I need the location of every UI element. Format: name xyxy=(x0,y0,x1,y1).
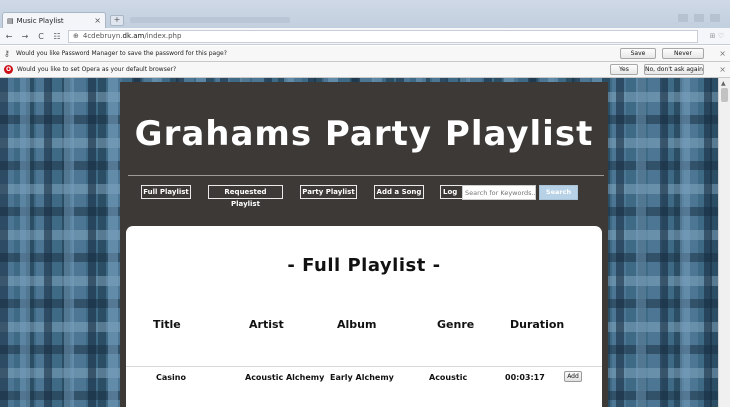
scroll-up-icon[interactable]: ▲ xyxy=(721,80,726,87)
dont-ask-again-button[interactable]: No, don't ask again xyxy=(644,64,704,75)
cell-duration: 00:03:17 xyxy=(505,373,545,382)
key-icon: ⚷ xyxy=(4,48,10,58)
header-divider xyxy=(128,175,604,176)
playlist-heading: - Full Playlist - xyxy=(287,255,441,276)
page-icon: ▤ xyxy=(7,16,14,25)
speed-dial-icon[interactable]: ☷ xyxy=(52,32,62,41)
forward-icon[interactable]: → xyxy=(20,32,30,41)
url-path: /index.php xyxy=(144,32,182,40)
site-wrapper: Grahams Party Playlist Full Playlist Req… xyxy=(120,82,608,407)
table-divider xyxy=(126,366,602,367)
search-input[interactable] xyxy=(462,185,536,200)
reload-icon[interactable]: C xyxy=(36,32,46,41)
cell-album: Early Alchemy xyxy=(330,373,394,382)
nav-log[interactable]: Log xyxy=(440,185,464,199)
minimize-button[interactable] xyxy=(678,14,688,22)
column-header-genre: Genre xyxy=(437,318,475,331)
cell-title: Casino xyxy=(156,373,186,382)
maximize-button[interactable] xyxy=(694,14,704,22)
search-button[interactable]: Search xyxy=(539,185,578,200)
opera-logo-icon: O xyxy=(4,65,13,74)
site-title: Grahams Party Playlist xyxy=(134,114,594,154)
column-header-duration: Duration xyxy=(510,318,565,331)
nav-party-playlist[interactable]: Party Playlist xyxy=(300,185,357,199)
url-host: dk.am xyxy=(122,32,145,40)
password-message: Would you like Password Manager to save … xyxy=(16,50,227,57)
url-prefix: 4cdebruyn. xyxy=(82,32,123,40)
close-window-button[interactable] xyxy=(710,14,720,22)
bookmark-heart-icon[interactable]: ⊞ ♡ xyxy=(710,32,724,40)
nav-full-playlist[interactable]: Full Playlist xyxy=(141,185,191,199)
window-controls xyxy=(678,14,720,22)
new-tab-button[interactable]: + xyxy=(110,15,124,26)
close-icon[interactable]: × xyxy=(719,49,726,58)
globe-icon: ⊕ xyxy=(73,32,79,40)
url-field[interactable]: ⊕ 4cdebruyn.dk.am/index.php xyxy=(68,29,698,43)
never-button[interactable]: Never xyxy=(662,48,704,59)
opera-message: Would you like to set Opera as your defa… xyxy=(17,66,177,73)
add-song-button[interactable]: Add xyxy=(564,371,582,382)
blurred-tab-strip xyxy=(130,17,290,23)
column-header-artist: Artist xyxy=(249,318,284,331)
save-password-button[interactable]: Save xyxy=(620,48,656,59)
nav-requested-playlist[interactable]: Requested Playlist xyxy=(208,185,283,208)
playlist-card: - Full Playlist - Title Artist Album Gen… xyxy=(126,226,602,407)
cell-artist: Acoustic Alchemy xyxy=(245,373,325,382)
tab-bar: ▤ Music Playlist × + xyxy=(0,0,730,28)
tab-close-icon[interactable]: × xyxy=(94,16,101,25)
nav-add-a-song[interactable]: Add a Song xyxy=(374,185,424,199)
tab-music-playlist[interactable]: ▤ Music Playlist × xyxy=(2,12,106,28)
page-viewport: Grahams Party Playlist Full Playlist Req… xyxy=(0,78,718,407)
back-icon[interactable]: ← xyxy=(4,32,14,41)
address-bar: ← → C ☷ ⊕ 4cdebruyn.dk.am/index.php ⊞ ♡ xyxy=(0,28,730,45)
cell-genre: Acoustic xyxy=(429,373,468,382)
scroll-thumb[interactable] xyxy=(721,88,728,102)
close-icon[interactable]: × xyxy=(719,65,726,74)
yes-button[interactable]: Yes xyxy=(610,64,638,75)
column-header-album: Album xyxy=(337,318,377,331)
tab-title: Music Playlist xyxy=(16,16,64,25)
password-infobar: ⚷ Would you like Password Manager to sav… xyxy=(0,46,730,62)
column-header-title: Title xyxy=(153,318,181,331)
default-browser-infobar: O Would you like to set Opera as your de… xyxy=(0,62,730,78)
page-scrollbar[interactable]: ▲ xyxy=(718,78,730,407)
